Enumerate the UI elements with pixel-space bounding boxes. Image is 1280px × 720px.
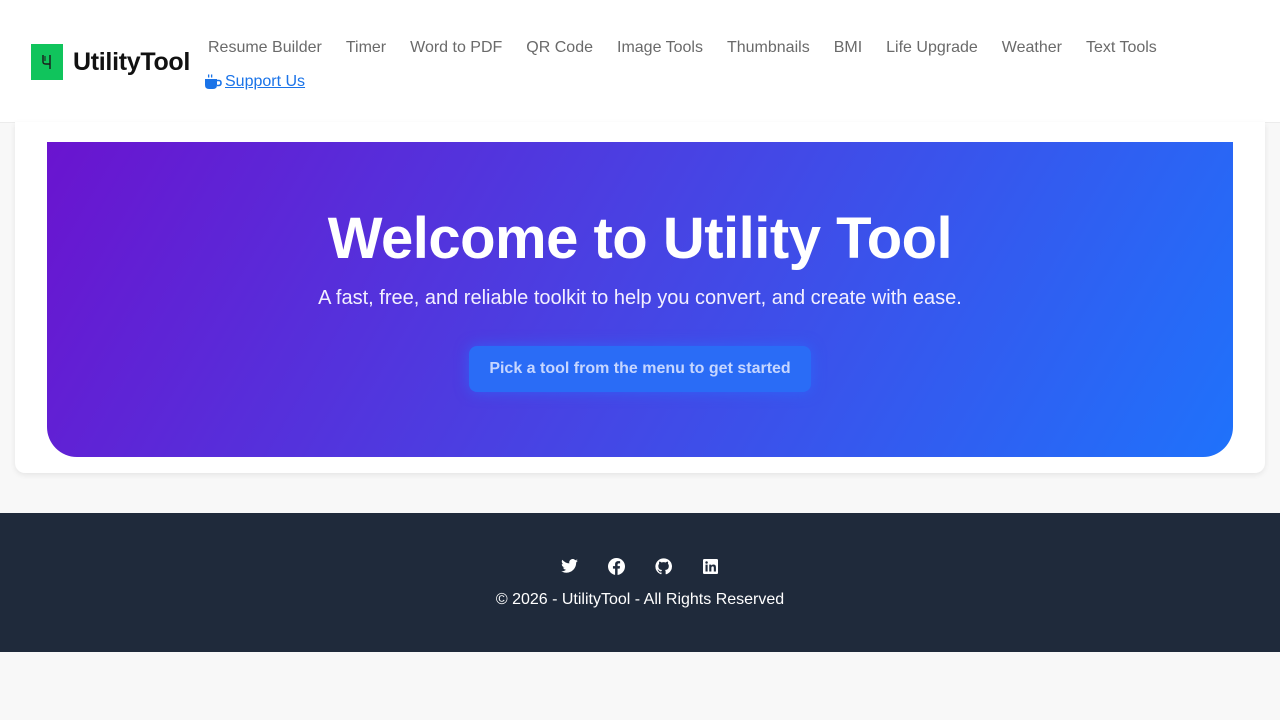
brand-name: UtilityTool	[73, 47, 191, 76]
brand-logo-icon	[31, 44, 63, 80]
logo-glyph-icon	[42, 55, 51, 69]
twitter-link[interactable]	[559, 556, 579, 576]
nav-item-timer[interactable]: Timer	[334, 35, 398, 61]
site-footer: © 2026 - UtilityTool - All Rights Reserv…	[0, 513, 1280, 652]
linkedin-link[interactable]	[700, 556, 720, 576]
facebook-link[interactable]	[606, 556, 626, 576]
hero-title: Welcome to Utility Tool	[327, 206, 953, 271]
github-link[interactable]	[653, 556, 673, 576]
nav-item-bmi[interactable]: BMI	[822, 35, 874, 61]
nav-item-text-tools[interactable]: Text Tools	[1074, 35, 1169, 61]
nav-item-weather[interactable]: Weather	[990, 35, 1074, 61]
support-us-label: Support Us	[225, 73, 306, 90]
brand-link[interactable]: UtilityTool	[31, 44, 190, 80]
main-card: Welcome to Utility Tool A fast, free, an…	[15, 122, 1265, 473]
nav-item-thumbnails[interactable]: Thumbnails	[715, 35, 822, 61]
social-links	[559, 556, 720, 576]
nav-item-word-to-pdf[interactable]: Word to PDF	[398, 35, 514, 61]
site-header: UtilityTool Resume Builder Timer Word to…	[0, 0, 1280, 123]
twitter-icon	[560, 559, 578, 573]
nav-item-image-tools[interactable]: Image Tools	[605, 35, 715, 61]
main-nav: Resume Builder Timer Word to PDF QR Code…	[196, 35, 1169, 61]
facebook-icon	[607, 557, 625, 575]
get-started-button[interactable]: Pick a tool from the menu to get started	[469, 346, 811, 392]
linkedin-icon	[702, 558, 718, 574]
nav-item-resume-builder[interactable]: Resume Builder	[196, 35, 334, 61]
hero-subtitle: A fast, free, and reliable toolkit to he…	[318, 287, 962, 309]
nav-item-qr-code[interactable]: QR Code	[514, 35, 605, 61]
nav-item-life-upgrade[interactable]: Life Upgrade	[874, 35, 990, 61]
coffee-cup-icon	[205, 74, 222, 89]
hero-banner: Welcome to Utility Tool A fast, free, an…	[47, 142, 1233, 457]
github-icon	[654, 557, 672, 574]
support-us-link[interactable]: Support Us	[204, 70, 305, 94]
copyright-text: © 2026 - UtilityTool - All Rights Reserv…	[495, 591, 785, 608]
